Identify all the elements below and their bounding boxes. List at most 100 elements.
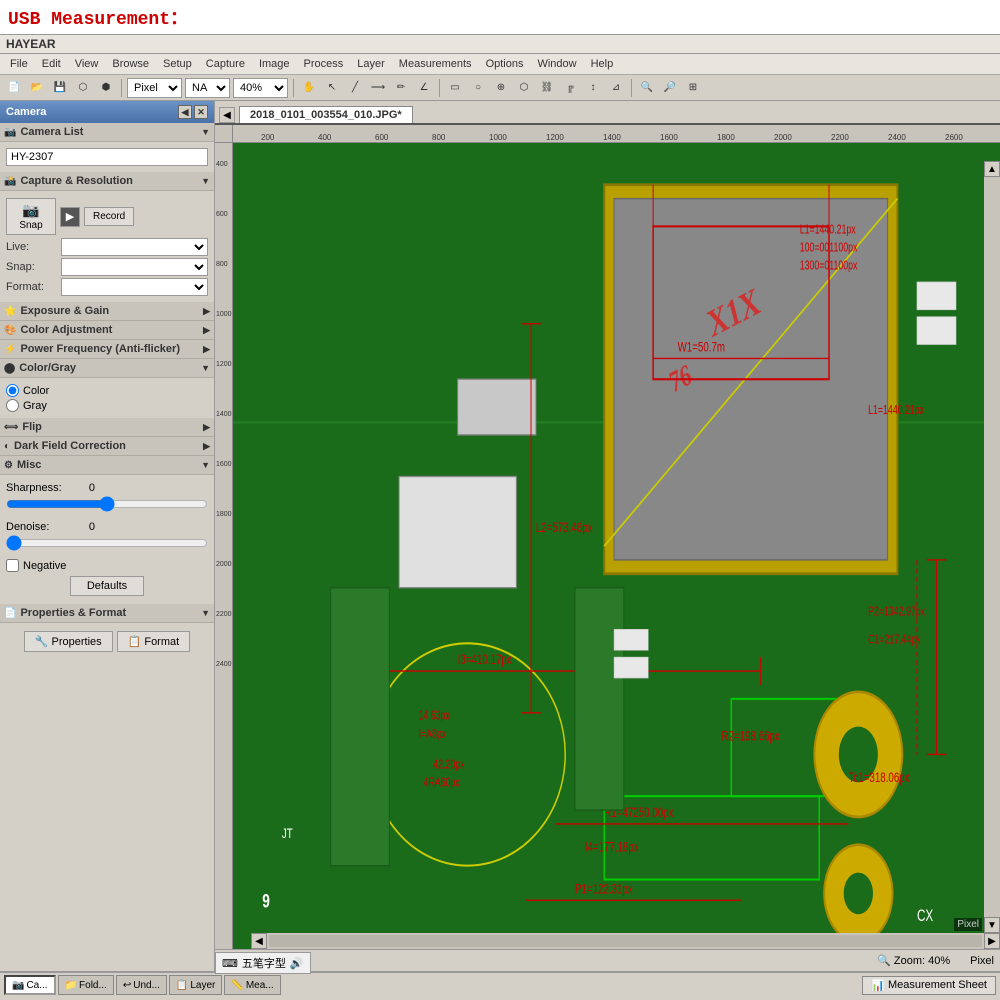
toolbar-measure2[interactable]: ↕	[583, 78, 603, 98]
color-radio[interactable]	[6, 384, 19, 397]
misc-header[interactable]: ⚙ Misc ▼	[0, 456, 214, 475]
snap-label: Snap	[19, 220, 42, 231]
na-select[interactable]: NA	[185, 78, 230, 98]
menu-item-capture[interactable]: Capture	[200, 56, 251, 72]
snap-select[interactable]	[61, 258, 208, 276]
denoise-slider[interactable]	[6, 536, 208, 550]
taskbar-undo[interactable]: ↩ Und...	[116, 975, 167, 995]
sep4	[631, 79, 632, 97]
color-adj-icon: 🎨	[4, 325, 16, 336]
taskbar-layer[interactable]: 📋 Layer	[169, 975, 222, 995]
taskbar-measure[interactable]: 📏 Mea...	[224, 975, 280, 995]
vertical-scrollbar[interactable]: ▲ ▼	[984, 161, 1000, 933]
horizontal-scrollbar[interactable]: ◀ ▶	[251, 933, 1000, 949]
negative-label: Negative	[23, 560, 66, 572]
taskbar-folder[interactable]: 📁 Fold...	[58, 975, 114, 995]
scroll-down-btn[interactable]: ▼	[984, 917, 1000, 933]
scroll-up-btn[interactable]: ▲	[984, 161, 1000, 177]
toolbar-cross[interactable]: ⊕	[491, 78, 511, 98]
live-select[interactable]	[61, 238, 208, 256]
gray-radio[interactable]	[6, 399, 19, 412]
toolbar-open[interactable]: 📂	[27, 78, 47, 98]
toolbar-copy[interactable]: ⬡	[73, 78, 93, 98]
defaults-button[interactable]: Defaults	[70, 576, 144, 596]
toolbar-paste[interactable]: ⬢	[96, 78, 116, 98]
live-label: Live:	[6, 241, 61, 253]
menu-item-edit[interactable]: Edit	[36, 56, 67, 72]
camera-list-header[interactable]: 📷 Camera List ▼	[0, 123, 214, 142]
scroll-left-btn[interactable]: ◀	[251, 933, 267, 949]
panel-close-btn[interactable]: ✕	[194, 105, 208, 119]
misc-label: Misc	[17, 459, 41, 471]
flip-icon: ⟺	[4, 422, 18, 433]
pixel-status-label: Pixel	[970, 955, 994, 967]
scroll-right-btn[interactable]: ▶	[984, 933, 1000, 949]
properties-section: 📄 Properties & Format ▼ 🔧 Properties 📋 F…	[0, 604, 214, 660]
menu-item-measurements[interactable]: Measurements	[393, 56, 478, 72]
taskbar-camera[interactable]: 📷 Ca...	[4, 975, 56, 995]
toolbar-zoom-in[interactable]: 🔍	[637, 78, 657, 98]
toolbar-cursor[interactable]: ↖	[322, 78, 342, 98]
flip-header[interactable]: ⟺ Flip ▶	[0, 418, 214, 437]
negative-checkbox[interactable]	[6, 559, 19, 572]
properties-button[interactable]: 🔧 Properties	[24, 631, 113, 652]
color-radio-label: Color	[23, 385, 49, 397]
dark-field-label: Dark Field Correction	[14, 440, 126, 452]
sharpness-slider[interactable]	[6, 497, 208, 511]
toolbar-pen[interactable]: ✏	[391, 78, 411, 98]
svg-text:4RA60px: 4RA60px	[424, 776, 461, 790]
toolbar-ellipse[interactable]: ○	[468, 78, 488, 98]
ruler-top-tick-0: 200	[261, 133, 274, 142]
panel-pin-btn[interactable]: ◀	[178, 105, 192, 119]
toolbar-measure3[interactable]: ⊿	[606, 78, 626, 98]
toolbar-poly[interactable]: ⬡	[514, 78, 534, 98]
menu-item-view[interactable]: View	[69, 56, 105, 72]
toolbar-save[interactable]: 💾	[50, 78, 70, 98]
toolbar-arrow[interactable]: ⟶	[368, 78, 388, 98]
menu-item-layer[interactable]: Layer	[351, 56, 391, 72]
menu-item-browse[interactable]: Browse	[106, 56, 155, 72]
menu-item-image[interactable]: Image	[253, 56, 296, 72]
properties-label: Properties & Format	[20, 607, 126, 619]
tab-nav-left[interactable]: ◀	[219, 107, 235, 123]
toolbar-angle[interactable]: ∠	[414, 78, 434, 98]
toolbar-zoom-out[interactable]: 🔎	[660, 78, 680, 98]
measurement-sheet-tab[interactable]: 📊 Measurement Sheet	[862, 976, 996, 995]
toolbar-fit[interactable]: ⊞	[683, 78, 703, 98]
toolbar-rect[interactable]: ▭	[445, 78, 465, 98]
h-scroll-thumb[interactable]	[269, 935, 982, 947]
snap-button[interactable]: 📷 Snap	[6, 198, 56, 235]
toolbar-pan[interactable]: ✋	[299, 78, 319, 98]
main-tab[interactable]: 2018_0101_003554_010.JPG*	[239, 106, 413, 123]
pixel-select[interactable]: Pixel	[127, 78, 182, 98]
toolbar-line[interactable]: ╱	[345, 78, 365, 98]
play-button[interactable]: ▶	[60, 207, 80, 227]
menu-item-help[interactable]: Help	[585, 56, 620, 72]
misc-section: ⚙ Misc ▼ Sharpness: 0 Denoise: 0	[0, 456, 214, 604]
color-adj-header[interactable]: 🎨 Color Adjustment ▶	[0, 321, 214, 340]
ruler-left-tick-3: 1000	[216, 311, 232, 318]
zoom-select[interactable]: 40%	[233, 78, 288, 98]
ruler-left-tick-8: 2000	[216, 561, 232, 568]
toolbar-new[interactable]: 📄	[4, 78, 24, 98]
capture-header[interactable]: 📸 Capture & Resolution ▼	[0, 172, 214, 191]
record-button[interactable]: Record	[84, 207, 134, 226]
properties-header[interactable]: 📄 Properties & Format ▼	[0, 604, 214, 623]
menu-item-file[interactable]: File	[4, 56, 34, 72]
exposure-header[interactable]: 🌟 Exposure & Gain ▶	[0, 302, 214, 321]
toolbar-measure1[interactable]: ╔	[560, 78, 580, 98]
toolbar-chain[interactable]: ⛓	[537, 78, 557, 98]
menu-item-setup[interactable]: Setup	[157, 56, 198, 72]
menu-item-process[interactable]: Process	[298, 56, 350, 72]
format-button[interactable]: 📋 Format	[117, 631, 191, 652]
dark-field-header[interactable]: ◐ Dark Field Correction ▶	[0, 437, 214, 456]
color-gray-header[interactable]: ⬤ Color/Gray ▼	[0, 359, 214, 378]
main-layout: Camera ◀ ✕ 📷 Camera List ▼ HY-2307	[0, 101, 1000, 971]
pcb-image[interactable]: X1X 76	[233, 143, 1000, 949]
format-select[interactable]	[61, 278, 208, 296]
camera-item-hy2307[interactable]: HY-2307	[6, 148, 208, 166]
svg-text:R2=198.66px: R2=198.66px	[722, 728, 780, 744]
menu-item-window[interactable]: Window	[531, 56, 582, 72]
power-freq-header[interactable]: ⚡ Power Frequency (Anti-flicker) ▶	[0, 340, 214, 359]
menu-item-options[interactable]: Options	[480, 56, 530, 72]
